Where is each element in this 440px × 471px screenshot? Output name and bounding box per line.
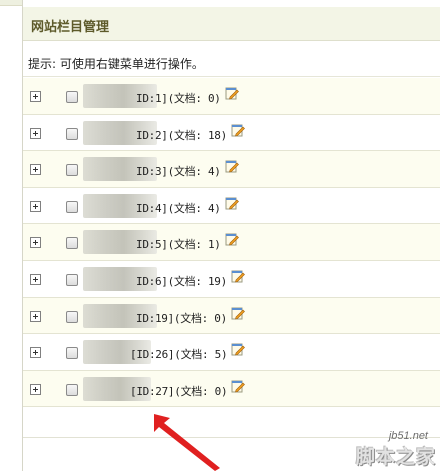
tree-row[interactable]: [ID:27](文档: 0) bbox=[23, 370, 440, 408]
edit-icon[interactable] bbox=[231, 123, 245, 137]
row-checkbox[interactable] bbox=[66, 91, 78, 103]
row-checkbox[interactable] bbox=[66, 127, 78, 140]
divider bbox=[23, 76, 440, 77]
category-id-label[interactable]: [ID:26](文档: 5) bbox=[130, 346, 228, 362]
tree-row[interactable]: [ID:26](文档: 5) bbox=[23, 334, 440, 371]
expand-plus-icon[interactable] bbox=[30, 383, 41, 395]
panel-header: 网站栏目管理 bbox=[23, 7, 440, 41]
row-checkbox[interactable] bbox=[66, 347, 78, 360]
category-id-label[interactable]: ID:2](文档: 18) bbox=[136, 127, 227, 143]
tip-text: 提示: 可使用右键菜单进行操作。 bbox=[28, 57, 204, 71]
expand-plus-icon[interactable] bbox=[30, 237, 41, 249]
tree-row[interactable]: ID:2](文档: 18) bbox=[23, 114, 440, 152]
edit-icon[interactable] bbox=[225, 232, 239, 246]
expand-plus-icon[interactable] bbox=[30, 127, 41, 139]
watermark-name: 脚本之家 bbox=[355, 446, 436, 468]
row-checkbox[interactable] bbox=[66, 237, 78, 250]
tree-row[interactable]: ID:4](文档: 4) bbox=[23, 187, 440, 225]
row-checkbox[interactable] bbox=[66, 383, 78, 396]
category-id-label[interactable]: ID:3](文档: 4) bbox=[136, 163, 221, 179]
category-id-label[interactable]: ID:19](文档: 0) bbox=[136, 310, 227, 326]
expand-plus-icon[interactable] bbox=[30, 273, 41, 285]
tree-row[interactable]: ID:5](文档: 1) bbox=[23, 224, 440, 261]
row-checkbox[interactable] bbox=[66, 164, 78, 177]
expand-plus-icon[interactable] bbox=[30, 310, 41, 322]
expand-plus-icon[interactable] bbox=[30, 200, 41, 212]
edit-icon[interactable] bbox=[225, 159, 239, 173]
category-id-label[interactable]: ID:5](文档: 1) bbox=[136, 236, 221, 252]
tree-row[interactable]: ID:3](文档: 4) bbox=[23, 151, 440, 188]
category-id-label[interactable]: ID:4](文档: 4) bbox=[136, 200, 221, 216]
edit-icon[interactable] bbox=[231, 379, 246, 393]
expand-plus-icon[interactable] bbox=[30, 91, 41, 102]
category-id-label[interactable]: ID:1](文档: 0) bbox=[136, 90, 221, 106]
edit-icon[interactable] bbox=[225, 196, 239, 210]
edit-icon[interactable] bbox=[231, 306, 245, 320]
edit-icon[interactable] bbox=[231, 269, 245, 283]
tree-row[interactable]: ID:6](文档: 19) bbox=[23, 260, 440, 298]
category-tree: ID:1](文档: 0) ID:2](文档: 18) ID:3](文档: 4) ID:… bbox=[23, 78, 440, 408]
row-checkbox[interactable] bbox=[66, 273, 78, 286]
watermark-site: jb51.net bbox=[388, 430, 428, 442]
edit-icon[interactable] bbox=[231, 342, 246, 356]
expand-plus-icon[interactable] bbox=[30, 347, 41, 359]
tree-row[interactable]: ID:1](文档: 0) bbox=[23, 78, 440, 115]
annotation-arrow bbox=[154, 414, 220, 471]
watermark: jb51.net 脚本之家 bbox=[356, 430, 436, 469]
edit-icon[interactable] bbox=[225, 86, 239, 100]
tree-row[interactable]: ID:19](文档: 0) bbox=[23, 297, 440, 335]
category-id-label[interactable]: ID:6](文档: 19) bbox=[136, 273, 227, 289]
row-checkbox[interactable] bbox=[66, 310, 78, 323]
expand-plus-icon[interactable] bbox=[30, 164, 41, 176]
category-id-label[interactable]: [ID:27](文档: 0) bbox=[130, 383, 228, 399]
row-checkbox[interactable] bbox=[66, 200, 78, 213]
panel-title: 网站栏目管理 bbox=[31, 20, 110, 35]
